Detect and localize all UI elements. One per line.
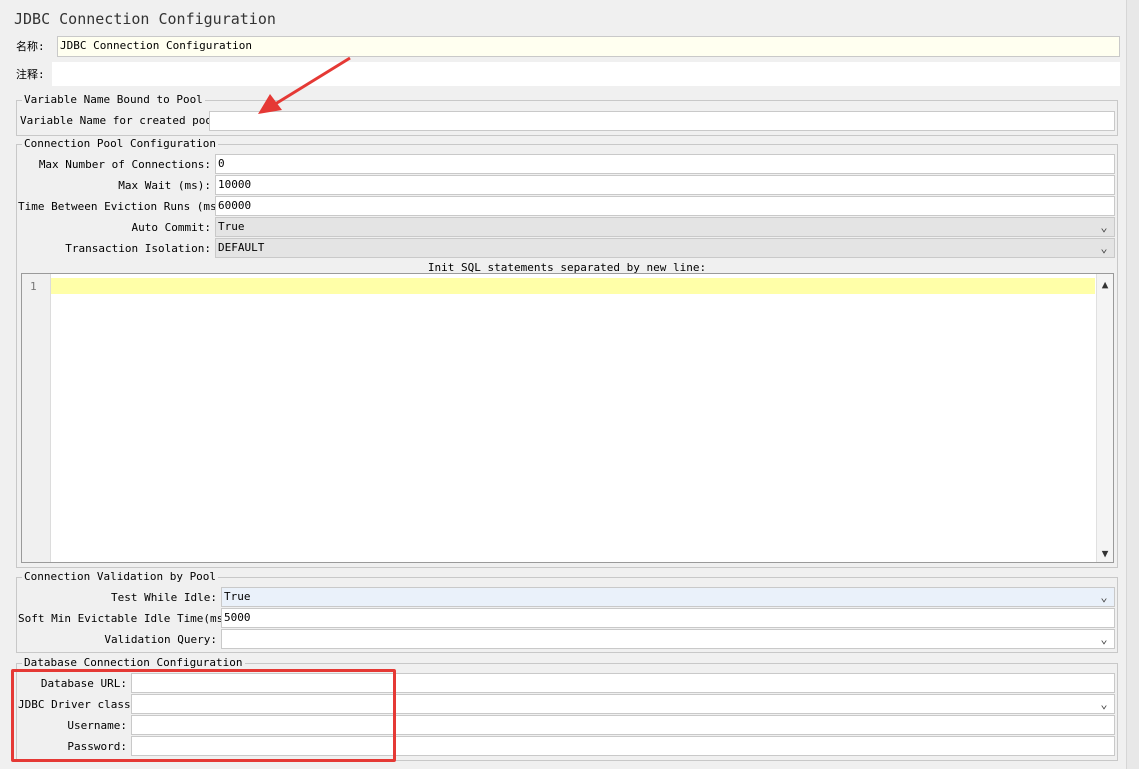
test-while-idle-select[interactable]: True ⌄: [221, 587, 1115, 607]
arrow-annotation-icon: [258, 56, 351, 114]
validation-query-label: Validation Query:: [104, 633, 217, 646]
max-connections-input[interactable]: 0: [215, 154, 1115, 174]
comment-label: 注释:: [16, 68, 45, 81]
annotation-highlight-box: [11, 669, 396, 762]
chevron-down-icon[interactable]: ⌄: [1098, 630, 1110, 648]
connection-pool-legend: Connection Pool Configuration: [22, 137, 219, 151]
auto-commit-value: True: [218, 220, 245, 233]
page-title: JDBC Connection Configuration: [14, 10, 276, 28]
auto-commit-select[interactable]: True ⌄: [215, 217, 1115, 237]
comment-input[interactable]: [52, 62, 1120, 86]
variable-name-legend: Variable Name Bound to Pool: [22, 93, 205, 107]
max-wait-label: Max Wait (ms):: [118, 179, 211, 192]
connection-validation-legend: Connection Validation by Pool: [22, 570, 219, 584]
chevron-down-icon[interactable]: ⌄: [1098, 218, 1110, 236]
max-wait-input[interactable]: 10000: [215, 175, 1115, 195]
validation-query-select[interactable]: ⌄: [221, 629, 1115, 649]
transaction-isolation-label: Transaction Isolation:: [65, 242, 211, 255]
name-label: 名称:: [16, 40, 45, 53]
chevron-down-icon[interactable]: ⌄: [1098, 239, 1110, 257]
test-while-idle-value: True: [224, 590, 251, 603]
eviction-runs-label: Time Between Eviction Runs (ms):: [18, 200, 230, 213]
editor-scrollbar[interactable]: ▲ ▼: [1096, 274, 1113, 562]
chevron-down-icon[interactable]: ⌄: [1098, 588, 1110, 606]
auto-commit-label: Auto Commit:: [131, 221, 211, 234]
soft-min-evictable-label: Soft Min Evictable Idle Time(ms):: [18, 612, 237, 625]
chevron-down-icon[interactable]: ⌄: [1098, 695, 1110, 713]
transaction-isolation-select[interactable]: DEFAULT ⌄: [215, 238, 1115, 258]
max-connections-label: Max Number of Connections:: [38, 158, 211, 171]
name-input[interactable]: JDBC Connection Configuration: [57, 36, 1120, 57]
test-while-idle-label: Test While Idle:: [111, 591, 217, 604]
line-number: 1: [30, 280, 37, 293]
soft-min-evictable-input[interactable]: 5000: [221, 608, 1115, 628]
scroll-up-icon[interactable]: ▲: [1097, 278, 1113, 291]
eviction-runs-input[interactable]: 60000: [215, 196, 1115, 216]
current-line-highlight: [51, 278, 1095, 294]
window-scrollbar[interactable]: [1126, 0, 1139, 769]
transaction-isolation-value: DEFAULT: [218, 241, 265, 254]
variable-name-label: Variable Name for created pool:: [20, 114, 226, 127]
line-number-gutter: 1: [22, 274, 51, 562]
init-sql-editor[interactable]: 1 ▲ ▼: [21, 273, 1114, 563]
scroll-down-icon[interactable]: ▼: [1097, 547, 1113, 560]
database-connection-legend: Database Connection Configuration: [22, 656, 245, 670]
